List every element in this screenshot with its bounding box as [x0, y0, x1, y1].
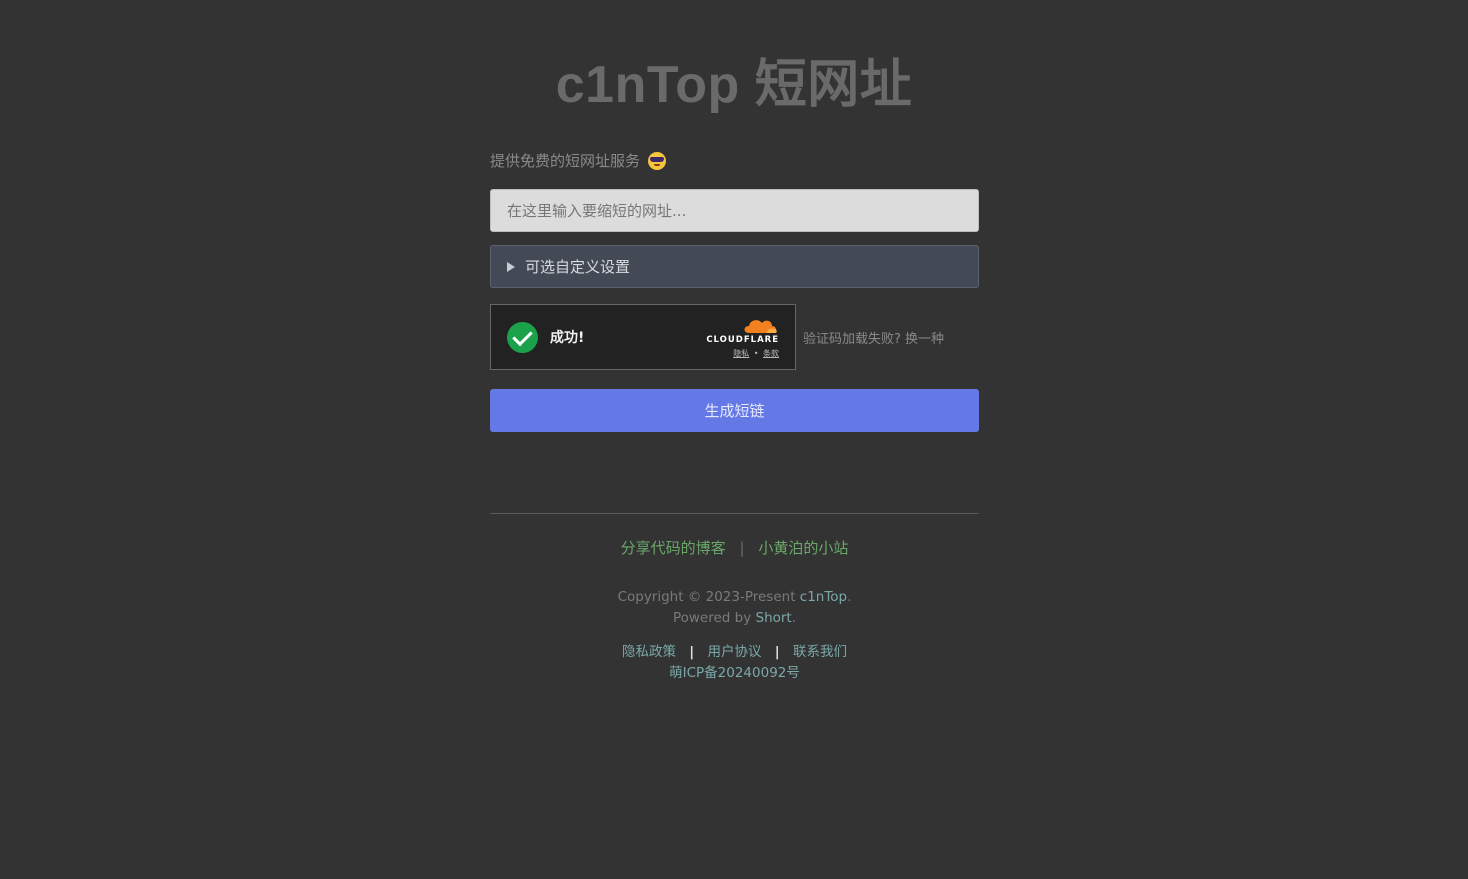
legal-links-row: 隐私政策 | 用户协议 | 联系我们 [490, 642, 979, 663]
custom-settings-label: 可选自定义设置 [525, 258, 631, 276]
cf-terms-link[interactable]: 条款 [763, 349, 779, 358]
cloudflare-links: 隐私 • 条款 [699, 348, 779, 359]
powered-by-line: Powered by Short. [490, 608, 979, 629]
copyright-line: Copyright © 2023-Present c1nTop. [490, 587, 979, 608]
cloudflare-brand: CLOUDFLARE 隐私 • 条款 [699, 317, 779, 359]
footer-divider [490, 513, 979, 514]
copyright-period: . [847, 589, 852, 605]
friend-links: 分享代码的博客 | 小黄泊的小站 [490, 537, 979, 558]
legal-separator: | [774, 644, 780, 660]
cloudflare-wordmark: CLOUDFLARE [706, 335, 779, 345]
friend-link-blog[interactable]: 分享代码的博客 [621, 539, 726, 557]
friend-link-site[interactable]: 小黄泊的小站 [758, 539, 848, 557]
sunglasses-emoji-icon [648, 151, 667, 170]
user-agreement-link[interactable]: 用户协议 [708, 644, 762, 660]
contact-us-link[interactable]: 联系我们 [793, 644, 847, 660]
captcha-status: 成功! [550, 330, 585, 346]
copyright-site-link[interactable]: c1nTop [800, 589, 847, 605]
legal-separator: | [689, 644, 695, 660]
tagline: 提供免费的短网址服务 [490, 150, 667, 171]
site-title: c1nTop 短网址 [555, 56, 913, 114]
powered-period: . [791, 610, 797, 626]
generate-short-link-button[interactable]: 生成短链 [490, 389, 979, 432]
powered-by-link[interactable]: Short [756, 610, 792, 626]
checkmark-icon [507, 321, 538, 353]
captcha-fallback-link[interactable]: 验证码加载失败? 换一种 [803, 328, 944, 347]
tagline-text: 提供免费的短网址服务 [490, 152, 641, 170]
turnstile-captcha[interactable]: 成功! CLOUDFLARE 隐私 • 条款 [490, 304, 796, 370]
custom-settings-toggle[interactable]: 可选自定义设置 [490, 245, 979, 288]
page: c1nTop 短网址 提供免费的短网址服务 可选自定义设置 成功! CLOUDF… [0, 0, 1468, 879]
triangle-right-icon [507, 261, 515, 272]
copyright: Copyright © 2023-Present c1nTop. Powered… [490, 587, 979, 629]
cloudflare-cloud-icon [744, 320, 777, 333]
friend-link-separator: | [739, 539, 745, 557]
powered-prefix: Powered by [672, 610, 756, 626]
cf-privacy-link[interactable]: 隐私 [733, 349, 749, 358]
icp-link[interactable]: 萌ICP备20240092号 [669, 665, 800, 681]
cf-link-dot: • [753, 349, 759, 358]
url-input[interactable] [490, 189, 979, 232]
privacy-policy-link[interactable]: 隐私政策 [622, 644, 676, 660]
legal-links: 隐私政策 | 用户协议 | 联系我们 萌ICP备20240092号 [490, 642, 979, 684]
copyright-prefix: Copyright © 2023-Present [617, 589, 800, 605]
